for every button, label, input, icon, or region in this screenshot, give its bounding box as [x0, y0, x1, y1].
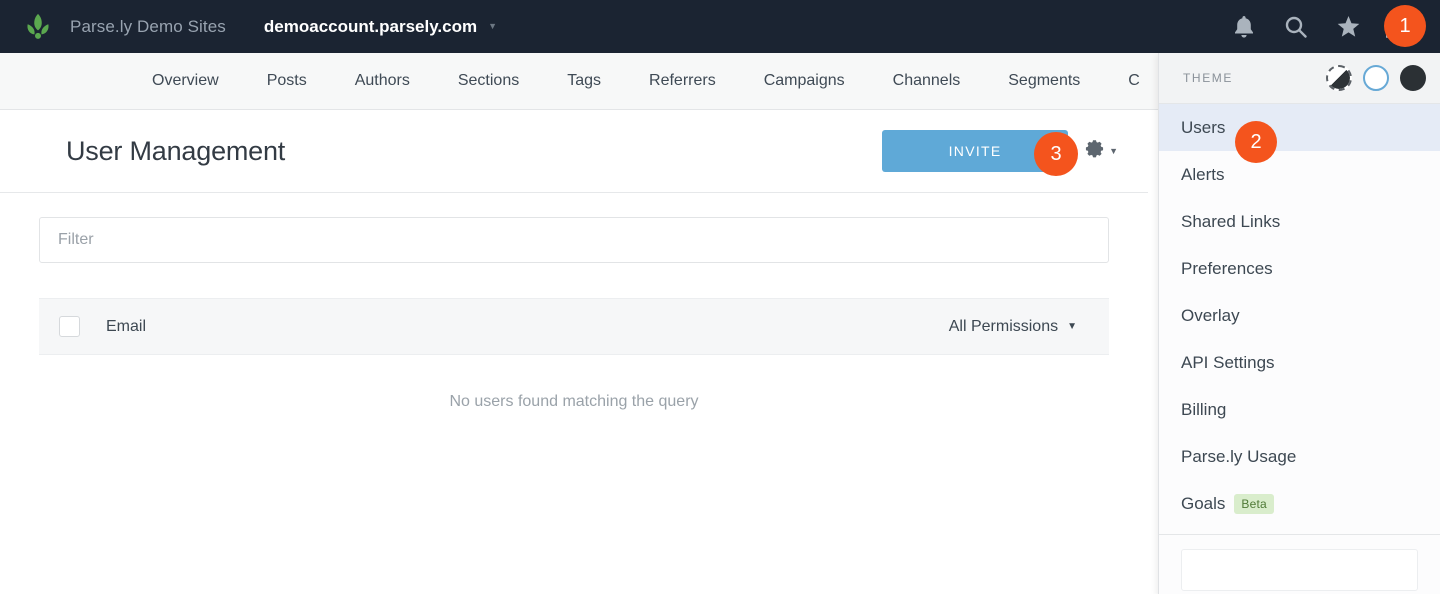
nav-item-sections[interactable]: Sections: [434, 53, 543, 109]
search-icon[interactable]: [1270, 0, 1322, 53]
permissions-filter-label: All Permissions: [948, 317, 1059, 335]
nav-item-overview[interactable]: Overview: [128, 53, 243, 109]
main-content: Email All Permissions ▼ No users found m…: [0, 193, 1148, 594]
star-icon[interactable]: [1322, 0, 1374, 53]
column-header-email: Email: [106, 317, 147, 335]
panel-item-label: Users: [1181, 117, 1226, 137]
topbar-icon-group: ▼: [1218, 0, 1440, 53]
nav-items: Overview Posts Authors Sections Tags Ref…: [0, 53, 1164, 109]
empty-state-message: No users found matching the query: [449, 393, 699, 410]
top-bar: Parse.ly Demo Sites demoaccount.parsely.…: [0, 0, 1440, 53]
panel-item-overlay[interactable]: Overlay: [1159, 292, 1440, 339]
panel-footer: [1159, 535, 1440, 591]
beta-badge: Beta: [1234, 493, 1274, 514]
theme-light-swatch[interactable]: [1363, 65, 1389, 91]
panel-item-label: Goals: [1181, 493, 1226, 513]
page-header: User Management INVITE ▼: [0, 110, 1148, 193]
panel-item-alerts[interactable]: Alerts: [1159, 151, 1440, 198]
account-settings-dropdown-panel: THEME Users Alerts Shared Links Preferen…: [1158, 53, 1440, 594]
nav-item-segments[interactable]: Segments: [984, 53, 1104, 109]
theme-auto-swatch[interactable]: [1326, 65, 1352, 91]
filter-field-wrapper[interactable]: [39, 217, 1109, 263]
theme-selector-row: THEME: [1159, 53, 1440, 104]
theme-options: [1326, 65, 1426, 91]
panel-item-label: Parse.ly Usage: [1181, 446, 1297, 466]
bell-icon[interactable]: [1218, 0, 1270, 53]
panel-item-label: Overlay: [1181, 305, 1240, 325]
gear-icon: [1084, 138, 1105, 164]
panel-item-label: API Settings: [1181, 352, 1275, 372]
panel-item-api-settings[interactable]: API Settings: [1159, 339, 1440, 386]
panel-footer-field[interactable]: [1181, 549, 1418, 591]
panel-item-label: Billing: [1181, 399, 1227, 419]
settings-gear-button[interactable]: ▼: [1084, 138, 1118, 164]
panel-item-billing[interactable]: Billing: [1159, 386, 1440, 433]
panel-item-goals[interactable]: Goals Beta: [1159, 480, 1440, 527]
gear-chevron-down-icon[interactable]: ▼: [1109, 146, 1118, 156]
page-title: User Management: [66, 135, 286, 166]
table-header-row: Email All Permissions ▼: [39, 298, 1109, 355]
user-icon[interactable]: ▼: [1374, 0, 1426, 53]
panel-item-label: Preferences: [1181, 258, 1273, 278]
account-chevron-down-icon[interactable]: ▼: [488, 22, 497, 31]
panel-item-parsely-usage[interactable]: Parse.ly Usage: [1159, 433, 1440, 480]
nav-item-tags[interactable]: Tags: [543, 53, 625, 109]
account-name[interactable]: demoaccount.parsely.com: [264, 17, 477, 37]
nav-item-authors[interactable]: Authors: [331, 53, 434, 109]
permissions-filter-dropdown[interactable]: All Permissions ▼: [949, 318, 1077, 336]
filter-input[interactable]: [58, 231, 1090, 249]
permissions-chevron-down-icon: ▼: [1067, 320, 1077, 332]
panel-item-label: Alerts: [1181, 164, 1225, 184]
brand-name[interactable]: Parse.ly Demo Sites: [70, 17, 226, 37]
select-all-checkbox[interactable]: [59, 316, 80, 337]
theme-dark-swatch[interactable]: [1400, 65, 1426, 91]
nav-item-truncated[interactable]: C: [1104, 53, 1164, 109]
invite-button[interactable]: INVITE: [882, 130, 1069, 172]
nav-item-campaigns[interactable]: Campaigns: [740, 53, 869, 109]
panel-item-preferences[interactable]: Preferences: [1159, 245, 1440, 292]
panel-item-shared-links[interactable]: Shared Links: [1159, 198, 1440, 245]
nav-item-channels[interactable]: Channels: [869, 53, 985, 109]
theme-label: THEME: [1183, 71, 1233, 85]
nav-item-posts[interactable]: Posts: [243, 53, 331, 109]
panel-item-label: Shared Links: [1181, 211, 1281, 231]
header-actions: INVITE ▼: [882, 130, 1118, 172]
nav-item-referrers[interactable]: Referrers: [625, 53, 740, 109]
panel-item-users[interactable]: Users: [1159, 104, 1440, 151]
parsely-leaf-logo[interactable]: [16, 5, 60, 49]
user-chevron-down-icon[interactable]: ▼: [1408, 22, 1416, 31]
panel-menu-list: Users Alerts Shared Links Preferences Ov…: [1159, 104, 1440, 527]
